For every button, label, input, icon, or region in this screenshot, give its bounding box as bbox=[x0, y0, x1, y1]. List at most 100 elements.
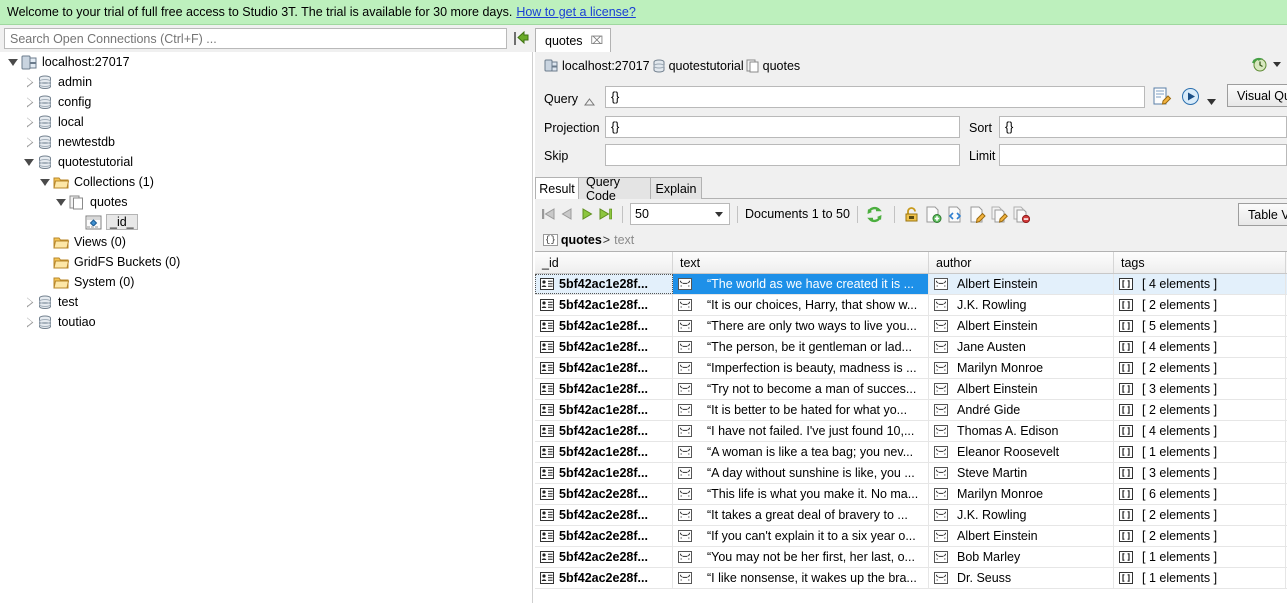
collapse-panel-button[interactable] bbox=[511, 29, 531, 48]
cell-text[interactable]: “The person, be it gentleman or lad... bbox=[673, 337, 929, 357]
cell-text[interactable]: “I like nonsense, it wakes up the bra... bbox=[673, 568, 929, 588]
refresh-button[interactable] bbox=[865, 205, 884, 224]
cell-author[interactable]: Jane Austen bbox=[929, 337, 1114, 357]
cell-author[interactable]: Dr. Seuss bbox=[929, 568, 1114, 588]
expand-arrow-icon[interactable] bbox=[24, 76, 35, 88]
format-query-button[interactable] bbox=[1153, 87, 1172, 109]
collapse-arrow-icon[interactable] bbox=[8, 57, 19, 68]
sort-input[interactable] bbox=[999, 116, 1287, 138]
cell-text[interactable]: “I have not failed. I've just found 10,.… bbox=[673, 421, 929, 441]
table-row[interactable]: 5bf42ac2e28f... “It takes a great deal of… bbox=[535, 505, 1287, 526]
cell-text[interactable]: “Imperfection is beauty, madness is ... bbox=[673, 358, 929, 378]
clone-document-button[interactable] bbox=[946, 205, 965, 224]
cell-tags[interactable]: [ 1 elements ] bbox=[1114, 547, 1286, 567]
get-license-link[interactable]: How to get a license? bbox=[516, 5, 636, 19]
edit-document-button[interactable] bbox=[968, 205, 987, 224]
cell-author[interactable]: J.K. Rowling bbox=[929, 505, 1114, 525]
tab-result[interactable]: Result bbox=[535, 177, 579, 199]
column-header-id[interactable]: _id bbox=[535, 252, 673, 273]
cell-tags[interactable]: [ 2 elements ] bbox=[1114, 526, 1286, 546]
cell-tags[interactable]: [ 1 elements ] bbox=[1114, 568, 1286, 588]
skip-input[interactable] bbox=[605, 144, 960, 166]
cell-id[interactable]: 5bf42ac2e28f... bbox=[535, 484, 673, 504]
cell-id[interactable]: 5bf42ac2e28f... bbox=[535, 505, 673, 525]
column-header-text[interactable]: text bbox=[673, 252, 929, 273]
cell-tags[interactable]: [ 4 elements ] bbox=[1114, 421, 1286, 441]
cell-tags[interactable]: [ 3 elements ] bbox=[1114, 463, 1286, 483]
run-query-dropdown[interactable] bbox=[1207, 94, 1216, 108]
next-page-button[interactable] bbox=[577, 205, 596, 224]
cell-text[interactable]: “Try not to become a man of succes... bbox=[673, 379, 929, 399]
cell-author[interactable]: Steve Martin bbox=[929, 463, 1114, 483]
table-row[interactable]: 5bf42ac1e28f... “It is our choices, Harry… bbox=[535, 295, 1287, 316]
table-row[interactable]: 5bf42ac1e28f... “A woman is like a tea ba… bbox=[535, 442, 1287, 463]
tree-node-id[interactable]: _id_ bbox=[0, 212, 532, 232]
page-size-select[interactable]: 50 bbox=[630, 203, 730, 225]
tree-node-toutiao[interactable]: toutiao bbox=[0, 312, 532, 332]
cell-id[interactable]: 5bf42ac1e28f... bbox=[535, 421, 673, 441]
breadcrumb-database[interactable]: quotestutorial bbox=[652, 59, 744, 73]
cell-author[interactable]: Albert Einstein bbox=[929, 274, 1114, 294]
cell-tags[interactable]: [ 4 elements ] bbox=[1114, 274, 1286, 294]
path-root-label[interactable]: quotes bbox=[561, 233, 602, 247]
cell-author[interactable]: Albert Einstein bbox=[929, 379, 1114, 399]
cell-author[interactable]: Albert Einstein bbox=[929, 526, 1114, 546]
tree-node-localhost-27017[interactable]: localhost:27017 bbox=[0, 52, 532, 72]
cell-tags[interactable]: [ 2 elements ] bbox=[1114, 358, 1286, 378]
close-icon[interactable]: ⌧ bbox=[591, 34, 604, 47]
first-page-button[interactable] bbox=[539, 205, 558, 224]
cell-author[interactable]: Eleanor Roosevelt bbox=[929, 442, 1114, 462]
table-row[interactable]: 5bf42ac1e28f... “Try not to become a man … bbox=[535, 379, 1287, 400]
cell-id[interactable]: 5bf42ac1e28f... bbox=[535, 274, 673, 294]
last-page-button[interactable] bbox=[596, 205, 615, 224]
query-history-button[interactable] bbox=[1251, 56, 1281, 73]
expand-arrow-icon[interactable] bbox=[24, 296, 35, 308]
cell-text[interactable]: “This life is what you make it. No ma... bbox=[673, 484, 929, 504]
cell-author[interactable]: Marilyn Monroe bbox=[929, 358, 1114, 378]
visual-query-button[interactable]: Visual Qu bbox=[1227, 84, 1287, 107]
edit-multiple-documents-button[interactable] bbox=[990, 205, 1009, 224]
chevron-down-icon[interactable] bbox=[715, 212, 723, 217]
table-row[interactable]: 5bf42ac1e28f... “The person, be it gentle… bbox=[535, 337, 1287, 358]
tab-explain[interactable]: Explain bbox=[650, 177, 702, 199]
table-row[interactable]: 5bf42ac1e28f... “Imperfection is beauty, … bbox=[535, 358, 1287, 379]
cell-text[interactable]: “The world as we have created it is ... bbox=[673, 274, 929, 294]
tree-node-local[interactable]: local bbox=[0, 112, 532, 132]
cell-id[interactable]: 5bf42ac1e28f... bbox=[535, 463, 673, 483]
table-row[interactable]: 5bf42ac1e28f... “I have not failed. I've … bbox=[535, 421, 1287, 442]
path-field-label[interactable]: text bbox=[614, 233, 634, 247]
tree-node-quotestutorial[interactable]: quotestutorial bbox=[0, 152, 532, 172]
cell-author[interactable]: Bob Marley bbox=[929, 547, 1114, 567]
cell-id[interactable]: 5bf42ac2e28f... bbox=[535, 568, 673, 588]
table-row[interactable]: 5bf42ac1e28f... “It is better to be hated… bbox=[535, 400, 1287, 421]
projection-input[interactable] bbox=[605, 116, 960, 138]
lock-button[interactable] bbox=[902, 205, 921, 224]
cell-author[interactable]: Albert Einstein bbox=[929, 316, 1114, 336]
cell-tags[interactable]: [ 2 elements ] bbox=[1114, 505, 1286, 525]
cell-author[interactable]: André Gide bbox=[929, 400, 1114, 420]
cell-text[interactable]: “You may not be her first, her last, o..… bbox=[673, 547, 929, 567]
add-document-button[interactable] bbox=[924, 205, 943, 224]
table-row[interactable]: 5bf42ac2e28f... “You may not be her first… bbox=[535, 547, 1287, 568]
search-connections-input[interactable] bbox=[4, 28, 507, 49]
cell-author[interactable]: J.K. Rowling bbox=[929, 295, 1114, 315]
cell-tags[interactable]: [ 6 elements ] bbox=[1114, 484, 1286, 504]
cell-text[interactable]: “It is our choices, Harry, that show w..… bbox=[673, 295, 929, 315]
collapse-arrow-icon[interactable] bbox=[24, 157, 35, 168]
cell-author[interactable]: Marilyn Monroe bbox=[929, 484, 1114, 504]
tree-node-views-0[interactable]: Views (0) bbox=[0, 232, 532, 252]
cell-tags[interactable]: [ 2 elements ] bbox=[1114, 400, 1286, 420]
cell-id[interactable]: 5bf42ac1e28f... bbox=[535, 295, 673, 315]
cell-id[interactable]: 5bf42ac1e28f... bbox=[535, 358, 673, 378]
tree-node-test[interactable]: test bbox=[0, 292, 532, 312]
limit-input[interactable] bbox=[999, 144, 1287, 166]
cell-text[interactable]: “A day without sunshine is like, you ... bbox=[673, 463, 929, 483]
cell-tags[interactable]: [ 5 elements ] bbox=[1114, 316, 1286, 336]
tree-node-gridfs-buckets-0[interactable]: GridFS Buckets (0) bbox=[0, 252, 532, 272]
table-row[interactable]: 5bf42ac2e28f... “I like nonsense, it wake… bbox=[535, 568, 1287, 589]
tree-node-system-0[interactable]: System (0) bbox=[0, 272, 532, 292]
cell-tags[interactable]: [ 3 elements ] bbox=[1114, 379, 1286, 399]
collapse-arrow-icon[interactable] bbox=[40, 177, 51, 188]
cell-id[interactable]: 5bf42ac1e28f... bbox=[535, 337, 673, 357]
tree-node-newtestdb[interactable]: newtestdb bbox=[0, 132, 532, 152]
